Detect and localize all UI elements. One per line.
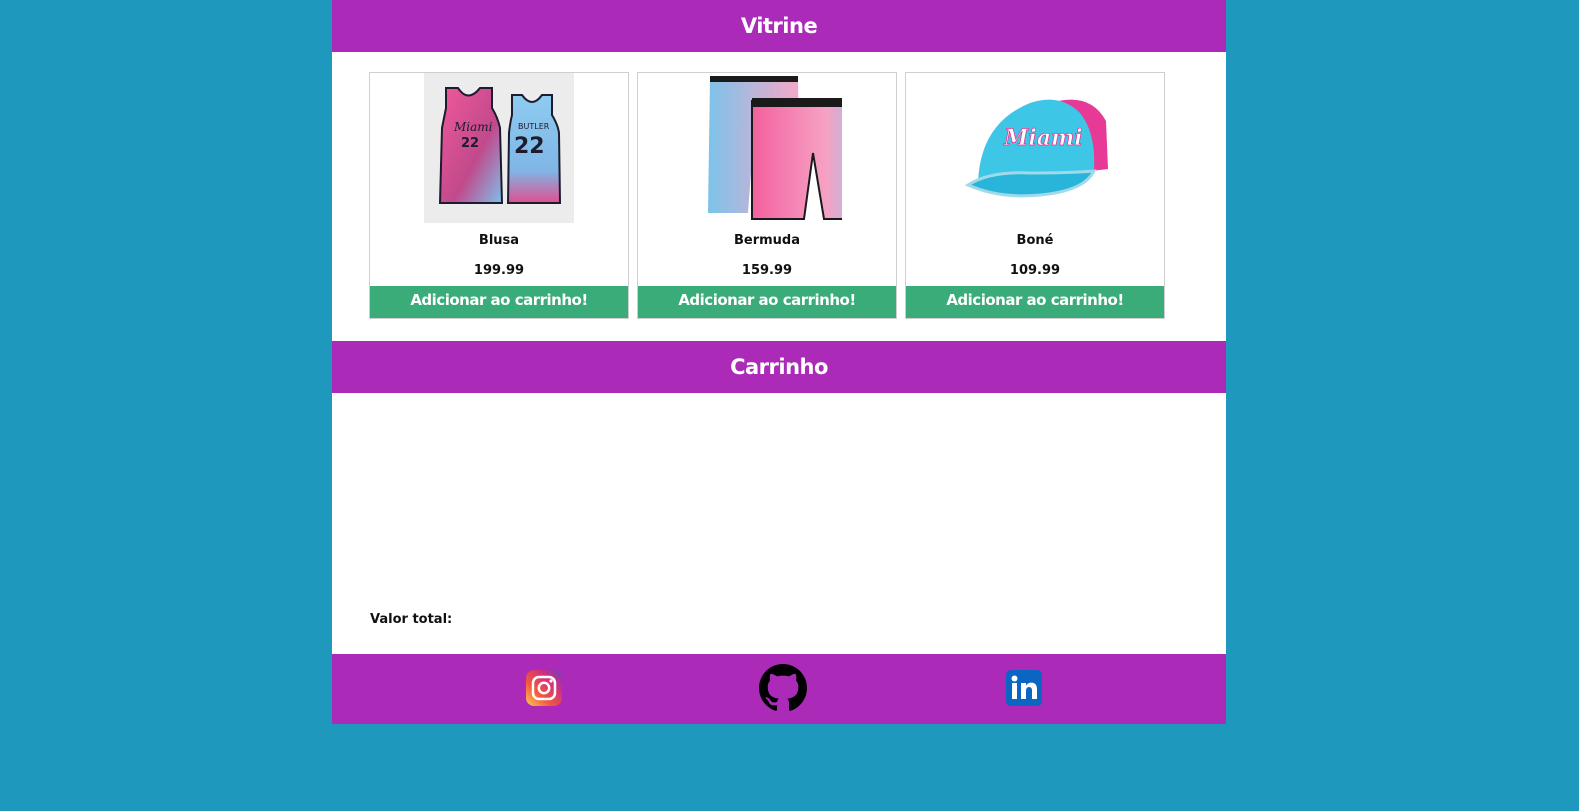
add-to-cart-button[interactable]: Adicionar ao carrinho! xyxy=(906,286,1164,318)
carrinho-header: Carrinho xyxy=(332,341,1226,393)
product-card: Miami Boné 109.99 Adicionar ao carrinho! xyxy=(905,72,1165,319)
vitrine-section: Miami 22 BUTLER 22 Blusa 199.99 Adiciona… xyxy=(332,52,1226,341)
svg-text:Miami: Miami xyxy=(1003,125,1083,151)
product-price: 159.99 xyxy=(741,263,793,278)
cap-image: Miami xyxy=(960,73,1110,223)
product-name: Bermuda xyxy=(733,233,800,248)
page-container: Vitrine Miami 22 BUTLER 22 Blusa 199.99 … xyxy=(332,0,1226,724)
svg-text:22: 22 xyxy=(514,134,545,159)
add-to-cart-button[interactable]: Adicionar ao carrinho! xyxy=(370,286,628,318)
carrinho-title: Carrinho xyxy=(730,355,828,379)
svg-text:22: 22 xyxy=(461,136,479,151)
svg-text:Miami: Miami xyxy=(453,120,493,134)
total-label: Valor total: xyxy=(370,612,453,627)
linkedin-icon[interactable] xyxy=(1006,670,1042,706)
cart-section: Valor total: xyxy=(332,393,1226,654)
shorts-image xyxy=(692,73,878,223)
instagram-icon[interactable] xyxy=(526,670,562,706)
svg-text:BUTLER: BUTLER xyxy=(518,122,550,131)
product-card: Bermuda 159.99 Adicionar ao carrinho! xyxy=(637,72,897,319)
product-card: Miami 22 BUTLER 22 Blusa 199.99 Adiciona… xyxy=(369,72,629,319)
product-list: Miami 22 BUTLER 22 Blusa 199.99 Adiciona… xyxy=(369,72,1165,319)
footer xyxy=(332,654,1226,724)
vitrine-title: Vitrine xyxy=(740,14,818,38)
product-name: Boné xyxy=(1016,233,1054,248)
github-icon[interactable] xyxy=(759,664,807,712)
add-to-cart-button[interactable]: Adicionar ao carrinho! xyxy=(638,286,896,318)
vitrine-header: Vitrine xyxy=(332,0,1226,52)
product-price: 199.99 xyxy=(473,263,525,278)
product-price: 109.99 xyxy=(1009,263,1061,278)
jersey-image: Miami 22 BUTLER 22 xyxy=(424,73,574,223)
product-name: Blusa xyxy=(478,233,520,248)
cart-item-list xyxy=(370,393,1188,603)
